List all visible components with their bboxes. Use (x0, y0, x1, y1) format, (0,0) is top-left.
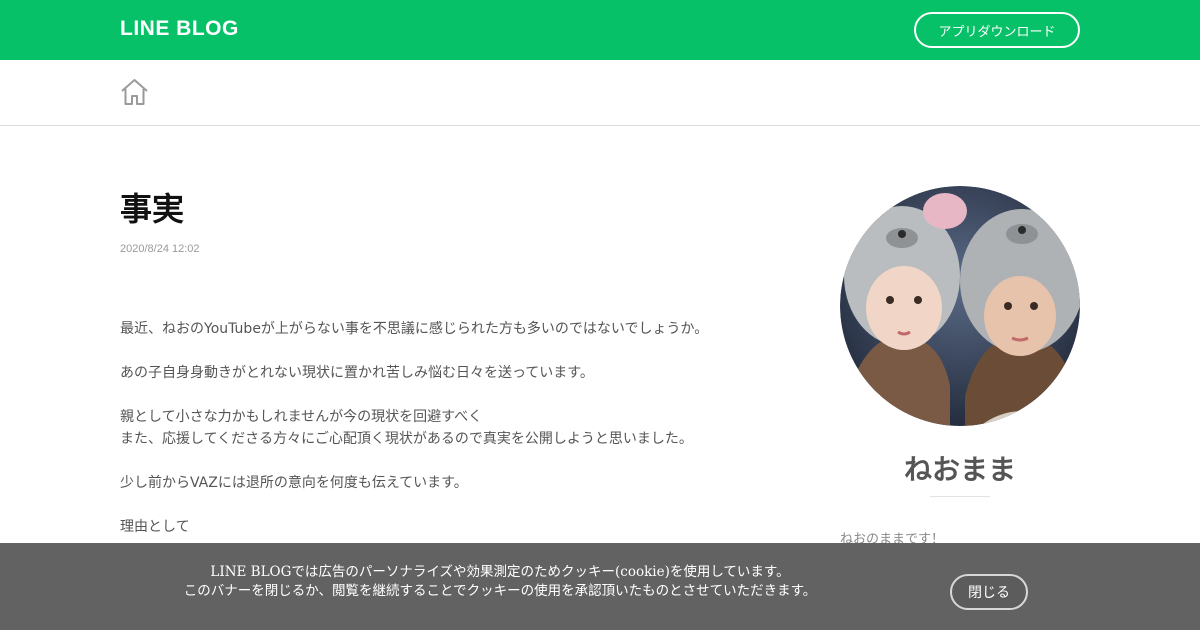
cookie-message-line: このバナーを閉じるか、閲覧を継続することでクッキーの使用を承認頂いたものとさせて… (183, 583, 817, 599)
author-avatar[interactable] (840, 186, 1080, 426)
cookie-message: LINE BLOGでは広告のパーソナライズや効果測定のためクッキー(cookie… (120, 563, 880, 601)
author-name[interactable]: ねおまま (840, 448, 1080, 488)
close-banner-button[interactable]: 閉じる (950, 574, 1028, 610)
article-paragraph: 最近、ねおのYouTubeが上がらない事を不思議に感じられた方も多いのではないで… (120, 321, 709, 337)
divider (930, 496, 990, 497)
article-paragraph: あの子自身身動きがとれない現状に置かれ苦しみ悩む日々を送っています。 (120, 365, 594, 381)
article-title: 事実 (120, 190, 185, 228)
line-blog-logo[interactable]: LINE BLOG (120, 17, 239, 41)
app-download-button[interactable]: アプリダウンロード (914, 12, 1080, 48)
cookie-message-line: LINE BLOGでは広告のパーソナライズや効果測定のためクッキー(cookie… (210, 564, 790, 580)
article-paragraph: 理由として (120, 519, 190, 535)
top-bar: LINE BLOG アプリダウンロード (0, 0, 1200, 60)
home-icon[interactable] (120, 78, 149, 106)
article-body: 最近、ねおのYouTubeが上がらない事を不思議に感じられた方も多いのではないで… (120, 318, 760, 538)
article-paragraph: また、応援してくださる方々にご心配頂く現状があるので真実を公開しようと思いました… (120, 431, 693, 447)
nav-bar (0, 60, 1200, 126)
article-paragraph: 親として小さな力かもしれませんが今の現状を回避すべく (120, 409, 483, 425)
article-paragraph: 少し前からVAZには退所の意向を何度も伝えています。 (120, 475, 468, 491)
article-date: 2020/8/24 12:02 (120, 243, 200, 255)
